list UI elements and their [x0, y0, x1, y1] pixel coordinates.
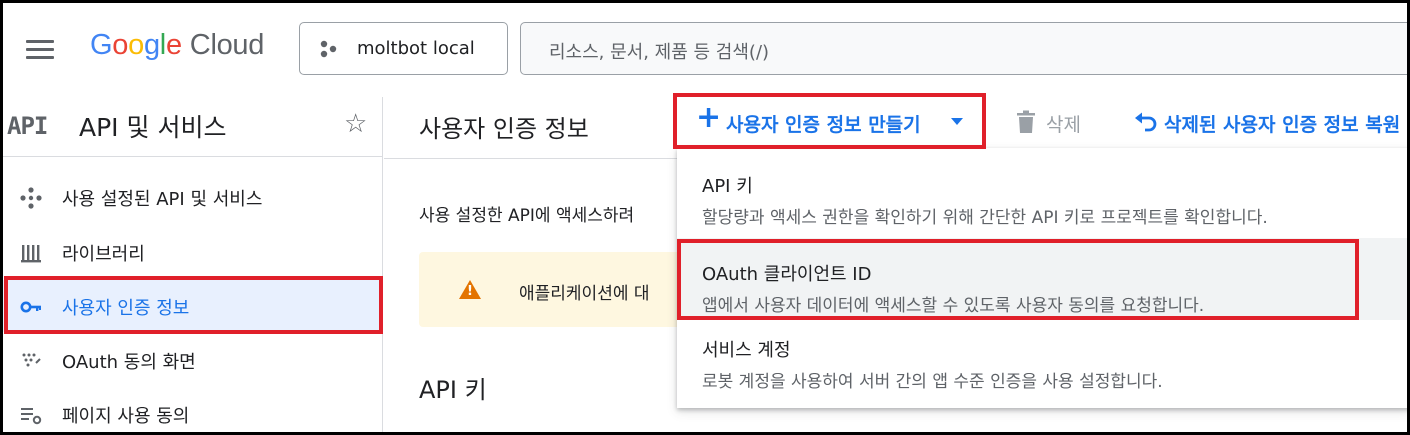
section-title-api-keys: API 키 — [419, 376, 487, 404]
sidebar-item-enabled-apis[interactable]: 사용 설정된 API 및 서비스 — [0, 171, 380, 223]
search-input[interactable]: 리소스, 문서, 제품 등 검색(/) — [520, 22, 1410, 75]
trash-icon — [1017, 110, 1035, 133]
search-placeholder: 리소스, 문서, 제품 등 검색(/) — [549, 42, 770, 63]
sidebar-item-label: OAuth 동의 화면 — [62, 352, 196, 373]
warning-icon — [459, 280, 481, 299]
sidebar-item-label: 라이브러리 — [62, 244, 145, 265]
menu-item-description: 로봇 계정을 사용하여 서버 간의 앱 수준 인증을 사용 설정합니다. — [702, 372, 1163, 392]
sidebar-header: API API 및 서비스 ☆ — [0, 97, 383, 157]
top-bar: Google Cloud moltbot local 리소스, 문서, 제품 등 … — [0, 0, 1410, 97]
google-cloud-logo[interactable]: Google Cloud — [90, 29, 264, 62]
sidebar-title: API 및 서비스 — [79, 113, 227, 142]
sidebar-item-label: 페이지 사용 동의 — [62, 406, 190, 427]
menu-item-title: API 키 — [702, 176, 753, 197]
project-selector-button[interactable]: moltbot local — [299, 22, 508, 75]
sidebar-item-oauth-consent[interactable]: OAuth 동의 화면 — [0, 334, 380, 386]
project-name: moltbot local — [357, 38, 475, 59]
restore-deleted-button[interactable]: 삭제된 사용자 인증 정보 복원 — [1134, 108, 1410, 138]
sidebar-item-library[interactable]: 라이브러리 — [0, 226, 380, 278]
sidebar-item-page-usage[interactable]: 페이지 사용 동의 — [0, 388, 380, 435]
warning-text: 애플리케이션에 대 — [519, 284, 650, 304]
description-text: 사용 설정한 API에 액세스하려 — [419, 206, 635, 226]
api-logo-icon: API — [7, 112, 48, 140]
menu-item-description: 할당량과 액세스 권한을 확인하기 위해 간단한 API 키로 프로젝트를 확인… — [702, 208, 1268, 228]
library-icon — [21, 245, 41, 263]
delete-button[interactable]: 삭제 — [1016, 108, 1096, 138]
menu-item-service-account[interactable]: 서비스 계정 로봇 계정을 사용하여 서버 간의 앱 수준 인증을 사용 설정합… — [677, 314, 1410, 396]
menu-icon[interactable] — [26, 38, 56, 60]
highlight-credentials — [4, 276, 383, 334]
restore-label: 삭제된 사용자 인증 정보 복원 — [1164, 114, 1401, 136]
highlight-create-button — [673, 93, 986, 149]
menu-item-title: 서비스 계정 — [702, 340, 791, 361]
undo-icon — [1135, 112, 1157, 132]
menu-item-api-key[interactable]: API 키 할당량과 액세스 권한을 확인하기 위해 간단한 API 키로 프로… — [677, 150, 1410, 232]
settings-list-icon — [21, 408, 42, 425]
highlight-oauth-client-id — [677, 239, 1359, 320]
star-icon[interactable]: ☆ — [344, 109, 367, 139]
project-nodes-icon — [320, 40, 337, 58]
sidebar-item-label: 사용 설정된 API 및 서비스 — [62, 189, 263, 210]
page-title: 사용자 인증 정보 — [419, 115, 589, 143]
sidebar: API API 및 서비스 ☆ 사용 설정된 API 및 서비스 라이브러리 사… — [0, 97, 383, 435]
consent-dots-icon — [22, 353, 41, 367]
delete-label: 삭제 — [1046, 114, 1081, 136]
api-diamond-icon — [20, 187, 42, 209]
